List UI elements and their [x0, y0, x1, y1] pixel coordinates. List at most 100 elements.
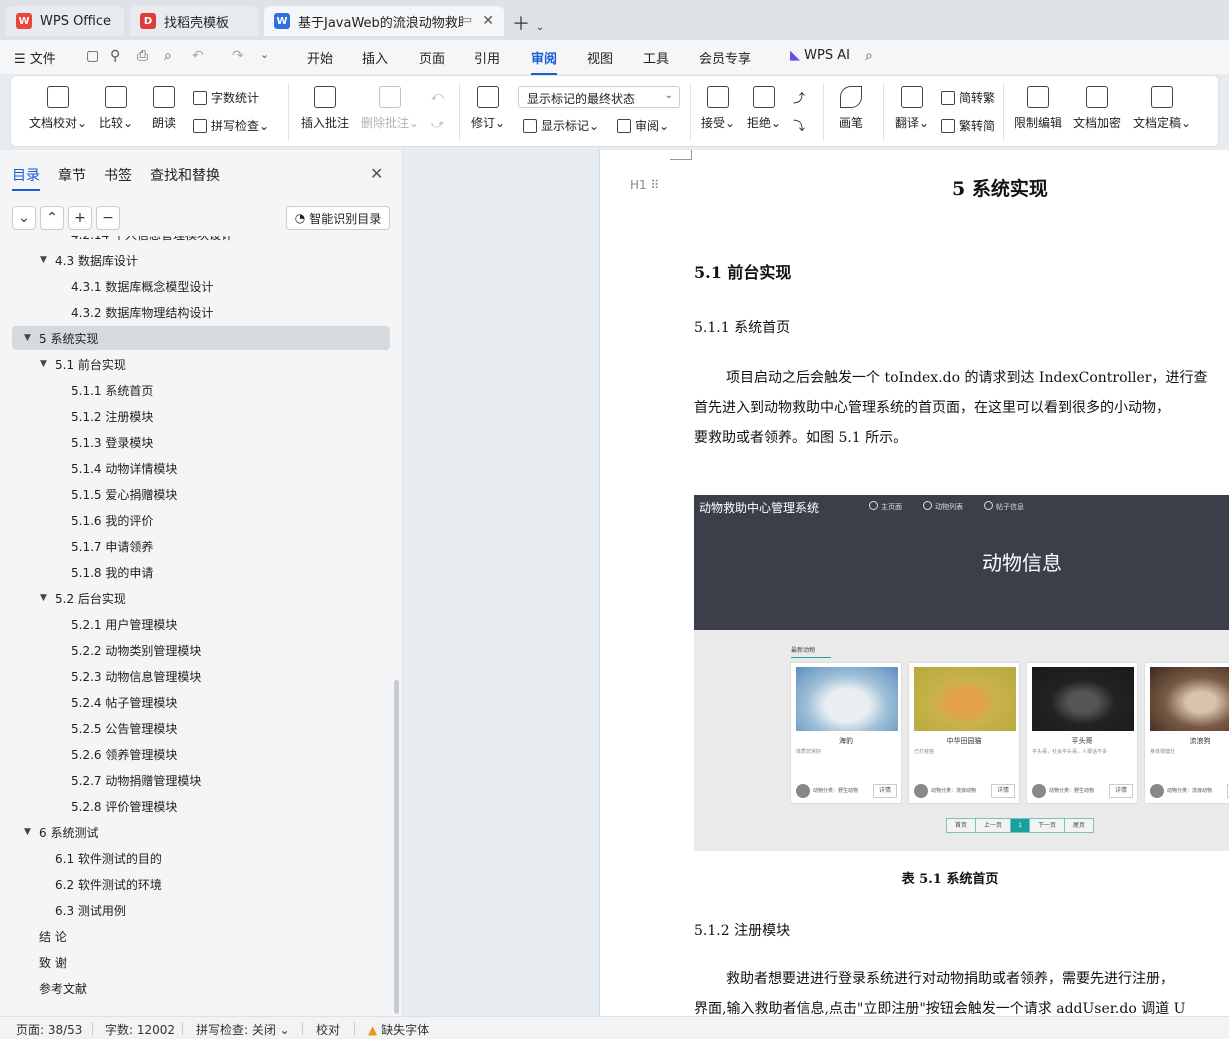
markup-state-select[interactable]: 显示标记的最终状态 ⌄: [518, 86, 680, 108]
next-comment-icon[interactable]: ⤻: [431, 117, 444, 132]
monitor-icon[interactable]: ▭: [462, 13, 472, 26]
file-menu[interactable]: ☰ 文件: [14, 48, 56, 67]
collapse-triangle-icon[interactable]: ▼: [40, 593, 47, 603]
menu-member[interactable]: 会员专享: [699, 48, 751, 67]
proofread-status[interactable]: 校对: [316, 1021, 340, 1038]
undo-icon[interactable]: ↶: [192, 48, 204, 64]
menu-review[interactable]: 审阅: [531, 48, 558, 75]
tab-find-replace[interactable]: 查找和替换: [150, 165, 220, 185]
show-markup-button[interactable]: 显示标记 ⌄: [523, 117, 599, 134]
wps-ai-button[interactable]: ◣ WPS AI: [790, 48, 850, 63]
spell-check-button[interactable]: 拼写检查 ⌄: [193, 117, 269, 134]
heading-marker-icon[interactable]: H1 ⠿: [630, 178, 659, 192]
toc-item[interactable]: ▼ 4.3 数据库设计: [12, 248, 390, 272]
toc-item[interactable]: 4.2.14 个人信息管理模块设计: [12, 236, 390, 246]
toc-item[interactable]: 5.2.7 动物捐赠管理模块: [12, 768, 390, 792]
toc-item[interactable]: ▼ 5.1 前台实现: [12, 352, 390, 376]
remove-level-icon[interactable]: −: [96, 206, 120, 230]
sidebar-scrollbar[interactable]: [394, 680, 399, 1014]
word-count-button[interactable]: 字数统计: [193, 89, 259, 106]
toc-item[interactable]: 5.2.4 帖子管理模块: [12, 690, 390, 714]
toc-item[interactable]: 4.3.1 数据库概念模型设计: [12, 274, 390, 298]
toc-item[interactable]: 4.3.2 数据库物理结构设计: [12, 300, 390, 324]
prev-comment-icon[interactable]: ⤺: [431, 89, 444, 104]
search-icon[interactable]: ⌕: [865, 48, 873, 64]
accept-button[interactable]: 接受⌄: [701, 86, 735, 131]
next-change-icon[interactable]: ⤵: [793, 117, 805, 134]
collapse-triangle-icon[interactable]: ▼: [24, 333, 31, 343]
toc-item[interactable]: 5.2.2 动物类别管理模块: [12, 638, 390, 662]
encrypt-doc-button[interactable]: 文档加密: [1073, 86, 1121, 131]
toc-item[interactable]: 参考文献: [12, 976, 390, 1000]
tab-sections[interactable]: 章节: [58, 165, 86, 185]
collapse-triangle-icon[interactable]: ▼: [40, 359, 47, 369]
delete-comment-button[interactable]: 删除批注⌄: [361, 86, 419, 131]
page-count[interactable]: 页面: 38/53: [16, 1021, 82, 1038]
menu-start[interactable]: 开始: [307, 48, 333, 67]
pen-button[interactable]: 画笔: [839, 86, 863, 131]
read-aloud-button[interactable]: 朗读: [152, 86, 176, 131]
toc-item[interactable]: 5.1.4 动物详情模块: [12, 456, 390, 480]
quick-access-more-icon[interactable]: ⌄: [260, 48, 269, 61]
menu-view[interactable]: 视图: [587, 48, 613, 67]
reject-button[interactable]: 拒绝⌄: [747, 86, 781, 131]
print-icon[interactable]: ⎙: [137, 48, 148, 64]
missing-font-status[interactable]: ▲ 缺失字体: [368, 1021, 429, 1038]
toc-item[interactable]: 6.2 软件测试的环境: [12, 872, 390, 896]
track-changes-button[interactable]: 修订⌄: [471, 86, 505, 131]
review-pane-button[interactable]: 审阅 ⌄: [617, 117, 669, 134]
close-tab-icon[interactable]: ✕: [482, 13, 494, 29]
collapse-triangle-icon[interactable]: ▼: [24, 827, 31, 837]
toc-item[interactable]: 6.1 软件测试的目的: [12, 846, 390, 870]
toc-item[interactable]: 5.1.6 我的评价: [12, 508, 390, 532]
tab-toc[interactable]: 目录: [12, 165, 40, 191]
finalize-doc-button[interactable]: 文档定稿⌄: [1133, 86, 1191, 131]
toc-item[interactable]: 5.1.2 注册模块: [12, 404, 390, 428]
spell-check-status[interactable]: 拼写检查: 关闭 ⌄: [196, 1021, 290, 1038]
expand-down-icon[interactable]: ⌄: [12, 206, 36, 230]
new-tab-button[interactable]: ＋ ⌄: [512, 10, 544, 36]
toc-item[interactable]: 5.2.8 评价管理模块: [12, 794, 390, 818]
share-icon[interactable]: ⚲: [110, 48, 120, 64]
toc-item[interactable]: ▼ 5 系统实现: [12, 326, 390, 350]
tab-bookmarks[interactable]: 书签: [104, 165, 132, 185]
menu-insert[interactable]: 插入: [362, 48, 388, 67]
toc-item[interactable]: 5.1.5 爱心捐赠模块: [12, 482, 390, 506]
insert-comment-button[interactable]: 插入批注: [301, 86, 349, 131]
doc-check-button[interactable]: 文档校对⌄: [29, 86, 87, 131]
print-preview-icon[interactable]: ⌕: [164, 48, 172, 64]
toc-item[interactable]: 6.3 测试用例: [12, 898, 390, 922]
to-traditional-button[interactable]: 简转繁: [941, 89, 995, 106]
toc-item[interactable]: 5.2.1 用户管理模块: [12, 612, 390, 636]
close-icon[interactable]: ✕: [370, 164, 383, 183]
menu-reference[interactable]: 引用: [474, 48, 500, 67]
word-count[interactable]: 字数: 12002: [105, 1021, 175, 1038]
smart-toc-button[interactable]: ◔ 智能识别目录: [286, 206, 390, 230]
toc-item[interactable]: 致 谢: [12, 950, 390, 974]
toc-item[interactable]: 5.1.8 我的申请: [12, 560, 390, 584]
translate-button[interactable]: 翻译⌄: [895, 86, 929, 131]
toc-item[interactable]: 5.2.5 公告管理模块: [12, 716, 390, 740]
toc-item[interactable]: ▼ 5.2 后台实现: [12, 586, 390, 610]
restrict-edit-button[interactable]: 限制编辑: [1014, 86, 1062, 131]
toc-item[interactable]: ▼ 6 系统测试: [12, 820, 390, 844]
save-icon[interactable]: ▢: [86, 48, 99, 64]
toc-item[interactable]: 5.2.6 领养管理模块: [12, 742, 390, 766]
collapse-up-icon[interactable]: ⌃: [40, 206, 64, 230]
tab-document[interactable]: W 基于JavaWeb的流浪动物救助 ▭ ✕: [264, 6, 504, 36]
toc-item[interactable]: 5.2.3 动物信息管理模块: [12, 664, 390, 688]
collapse-triangle-icon[interactable]: ▼: [40, 255, 47, 265]
compare-button[interactable]: 比较⌄: [99, 86, 133, 131]
tab-wps-office[interactable]: W WPS Office: [6, 6, 124, 36]
redo-icon[interactable]: ↷: [232, 48, 244, 64]
menu-tools[interactable]: 工具: [643, 48, 669, 67]
add-level-icon[interactable]: +: [68, 206, 92, 230]
toc-item[interactable]: 5.1.7 申请领养: [12, 534, 390, 558]
toc-item[interactable]: 5.1.3 登录模块: [12, 430, 390, 454]
toc-item[interactable]: 5.1.1 系统首页: [12, 378, 390, 402]
chevron-down-icon[interactable]: ⌄: [536, 22, 544, 33]
tab-template[interactable]: D 找稻壳模板: [130, 6, 258, 36]
to-simplified-button[interactable]: 繁转简: [941, 117, 995, 134]
toc-item[interactable]: 结 论: [12, 924, 390, 948]
prev-change-icon[interactable]: ⤴: [793, 89, 805, 106]
